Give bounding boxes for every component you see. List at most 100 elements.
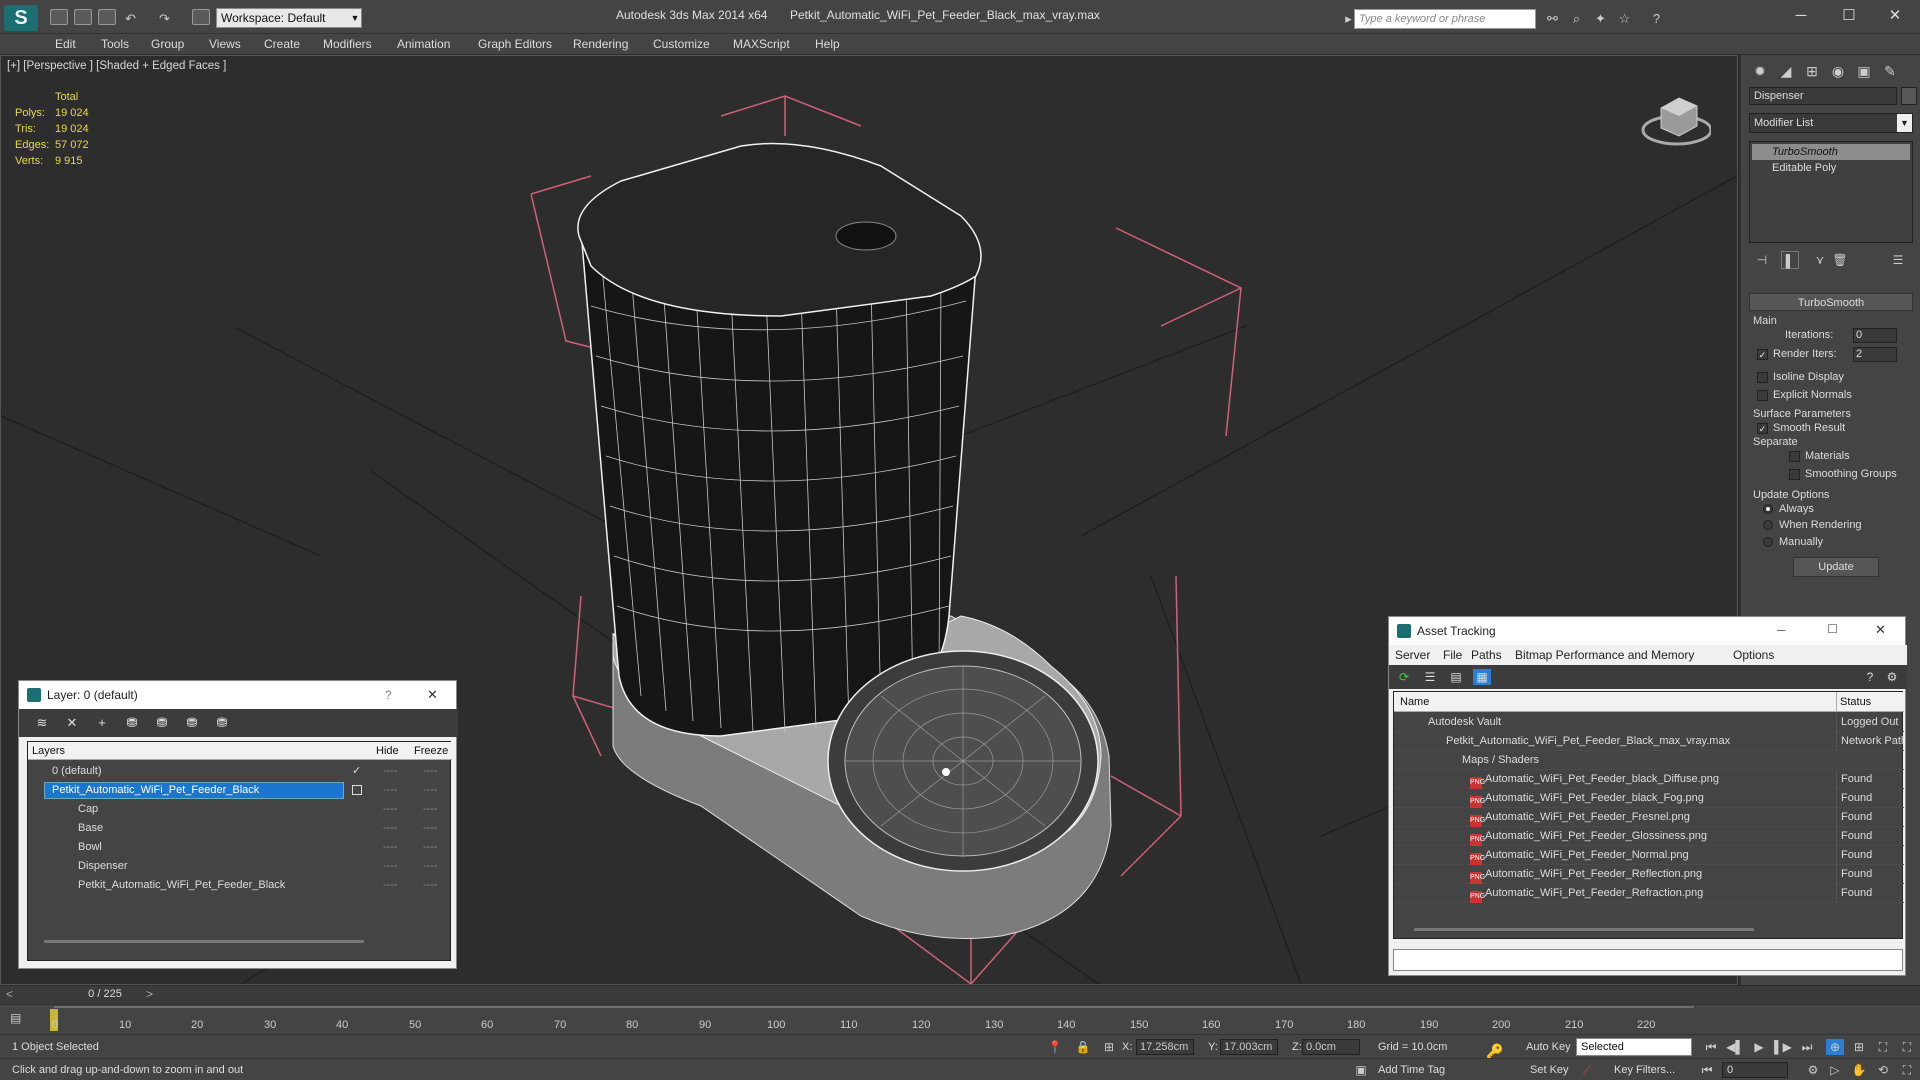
- auto-key-button[interactable]: Auto Key: [1526, 1041, 1571, 1053]
- settings-icon[interactable]: ⚙: [1883, 669, 1901, 685]
- save-file-icon[interactable]: [98, 9, 116, 25]
- column-name[interactable]: Name: [1400, 696, 1429, 708]
- always-radio[interactable]: [1763, 504, 1773, 514]
- go-to-end-icon[interactable]: ⏭: [1798, 1039, 1816, 1055]
- modifier-list-dropdown[interactable]: Modifier List: [1749, 113, 1913, 133]
- asset-row[interactable]: Maps / Shaders: [1394, 751, 1904, 770]
- pin-stack-icon[interactable]: ⊣: [1753, 251, 1771, 269]
- asset-menu-server[interactable]: Server: [1395, 648, 1430, 662]
- asset-menu-bitmap[interactable]: Bitmap Performance and Memory: [1515, 648, 1694, 662]
- zoom-all-icon[interactable]: ⊞: [1850, 1039, 1868, 1055]
- menu-help[interactable]: Help: [815, 37, 840, 51]
- chevron-down-icon[interactable]: ▼: [1897, 114, 1912, 132]
- workspace-dropdown[interactable]: Workspace: Default: [216, 8, 362, 28]
- asset-row[interactable]: PNGAutomatic_WiFi_Pet_Feeder_Refraction.…: [1394, 884, 1904, 903]
- lock-selection-icon[interactable]: 🔒: [1074, 1039, 1092, 1055]
- search-input[interactable]: Type a keyword or phrase: [1354, 9, 1536, 29]
- play-icon[interactable]: ▶: [1750, 1039, 1768, 1055]
- time-slider[interactable]: < 0 / 225 >: [0, 986, 1920, 1004]
- layer-row-selected[interactable]: Petkit_Automatic_WiFi_Pet_Feeder_Black -…: [28, 781, 452, 800]
- when-rendering-radio[interactable]: [1763, 520, 1773, 530]
- layer-row[interactable]: 0 (default) ✓ ---- ----: [28, 762, 452, 781]
- render-iters-checkbox[interactable]: ✓: [1757, 349, 1768, 360]
- show-end-result-icon[interactable]: ▌: [1781, 251, 1799, 269]
- asset-row[interactable]: PNGAutomatic_WiFi_Pet_Feeder_black_Diffu…: [1394, 770, 1904, 789]
- create-tab-icon[interactable]: ✹: [1747, 59, 1773, 83]
- layer-object-row[interactable]: Petkit_Automatic_WiFi_Pet_Feeder_Black -…: [28, 876, 452, 895]
- freeze-all-icon[interactable]: ⛃: [213, 715, 231, 731]
- horizontal-scrollbar[interactable]: [1414, 928, 1754, 931]
- menu-create[interactable]: Create: [264, 37, 300, 51]
- render-iters-spinner[interactable]: 2: [1853, 347, 1897, 362]
- redo-icon[interactable]: ↷: [156, 10, 173, 27]
- binoculars-icon[interactable]: ⚯: [1544, 10, 1561, 27]
- key-mode-toggle-icon[interactable]: ⏮: [1698, 1062, 1716, 1078]
- set-key-mode-icon[interactable]: ⟋: [1578, 1062, 1596, 1078]
- asset-row[interactable]: PNGAutomatic_WiFi_Pet_Feeder_Normal.png F…: [1394, 846, 1904, 865]
- make-unique-icon[interactable]: ⋎: [1811, 251, 1829, 269]
- layers-icon[interactable]: ≋: [33, 715, 51, 731]
- help-icon[interactable]: ?: [1648, 10, 1665, 27]
- object-name-field[interactable]: Dispenser: [1749, 87, 1897, 105]
- menu-rendering[interactable]: Rendering: [573, 37, 628, 51]
- iterations-spinner[interactable]: 0: [1853, 328, 1897, 343]
- layer-object-row[interactable]: Cap ---- ----: [28, 800, 452, 819]
- communication-icon[interactable]: ✦: [1592, 10, 1609, 27]
- key-filters-button[interactable]: Key Filters...: [1614, 1064, 1675, 1076]
- new-file-icon[interactable]: [50, 9, 68, 25]
- list-view-icon[interactable]: ☰: [1421, 669, 1439, 685]
- app-logo[interactable]: S: [4, 5, 38, 31]
- column-hide[interactable]: Hide: [376, 745, 399, 757]
- remove-modifier-icon[interactable]: 🗑: [1831, 251, 1849, 269]
- frame-counter[interactable]: 0 / 225: [60, 988, 150, 1000]
- close-icon[interactable]: ✕: [427, 687, 438, 703]
- manually-radio[interactable]: [1763, 537, 1773, 547]
- search-icon[interactable]: ⌕: [1568, 10, 1585, 27]
- asset-row[interactable]: PNGAutomatic_WiFi_Pet_Feeder_black_Fog.p…: [1394, 789, 1904, 808]
- asset-menu-paths[interactable]: Paths: [1471, 648, 1502, 662]
- column-layers[interactable]: Layers: [32, 745, 65, 757]
- chevron-down-icon[interactable]: ▼: [348, 8, 362, 28]
- asset-row[interactable]: PNGAutomatic_WiFi_Pet_Feeder_Reflection.…: [1394, 865, 1904, 884]
- thumbnail-view-icon[interactable]: ▤: [1447, 669, 1465, 685]
- next-frame-icon[interactable]: ▌▶: [1774, 1039, 1792, 1055]
- horizontal-scrollbar[interactable]: [44, 940, 364, 943]
- asset-row[interactable]: Petkit_Automatic_WiFi_Pet_Feeder_Black_m…: [1394, 732, 1904, 751]
- smooth-result-checkbox[interactable]: ✓: [1757, 423, 1768, 434]
- maximize-icon[interactable]: ☐: [1834, 6, 1864, 26]
- project-folder-icon[interactable]: [192, 9, 210, 25]
- table-view-icon[interactable]: ▦: [1473, 669, 1491, 685]
- y-coordinate-field[interactable]: 17.003cm: [1220, 1039, 1278, 1055]
- configure-modifier-sets-icon[interactable]: ☰: [1889, 251, 1907, 269]
- help-icon[interactable]: ?: [385, 688, 392, 702]
- modify-tab-icon[interactable]: ◢: [1773, 59, 1799, 83]
- smoothing-groups-checkbox[interactable]: [1789, 469, 1800, 480]
- motion-tab-icon[interactable]: ◉: [1825, 59, 1851, 83]
- zoom-extents-icon[interactable]: ⛶: [1874, 1039, 1892, 1055]
- add-layer-icon[interactable]: +: [93, 715, 111, 731]
- select-objects-icon[interactable]: ⛃: [123, 715, 141, 731]
- object-color-swatch[interactable]: [1901, 87, 1917, 105]
- time-tag-icon[interactable]: ▣: [1352, 1062, 1370, 1078]
- highlight-layer-icon[interactable]: ⛃: [153, 715, 171, 731]
- menu-animation[interactable]: Animation: [397, 37, 450, 51]
- x-coordinate-field[interactable]: 17.258cm: [1136, 1039, 1194, 1055]
- stack-item-editable-poly[interactable]: Editable Poly: [1752, 160, 1910, 176]
- asset-row[interactable]: PNGAutomatic_WiFi_Pet_Feeder_Fresnel.png…: [1394, 808, 1904, 827]
- menu-views[interactable]: Views: [209, 37, 241, 51]
- field-of-view-icon[interactable]: ▷: [1826, 1062, 1844, 1078]
- delete-layer-icon[interactable]: ✕: [63, 715, 81, 731]
- menu-modifiers[interactable]: Modifiers: [323, 37, 372, 51]
- maximize-viewport-icon[interactable]: ⛶: [1898, 1062, 1916, 1078]
- hide-all-icon[interactable]: ⛃: [183, 715, 201, 731]
- column-freeze[interactable]: Freeze: [414, 745, 448, 757]
- timeline[interactable]: ▤ 0 10 20 30 40 50 60 70 80 90 100 110 1…: [0, 1004, 1920, 1034]
- active-layer-check-icon[interactable]: ✓: [352, 762, 361, 781]
- asset-row[interactable]: Autodesk Vault Logged Out: [1394, 713, 1904, 732]
- explicit-normals-checkbox[interactable]: [1757, 390, 1768, 401]
- menu-maxscript[interactable]: MAXScript: [733, 37, 790, 51]
- hierarchy-tab-icon[interactable]: ⊞: [1799, 59, 1825, 83]
- menu-customize[interactable]: Customize: [653, 37, 710, 51]
- isoline-display-checkbox[interactable]: [1757, 372, 1768, 383]
- menu-edit[interactable]: Edit: [55, 37, 76, 51]
